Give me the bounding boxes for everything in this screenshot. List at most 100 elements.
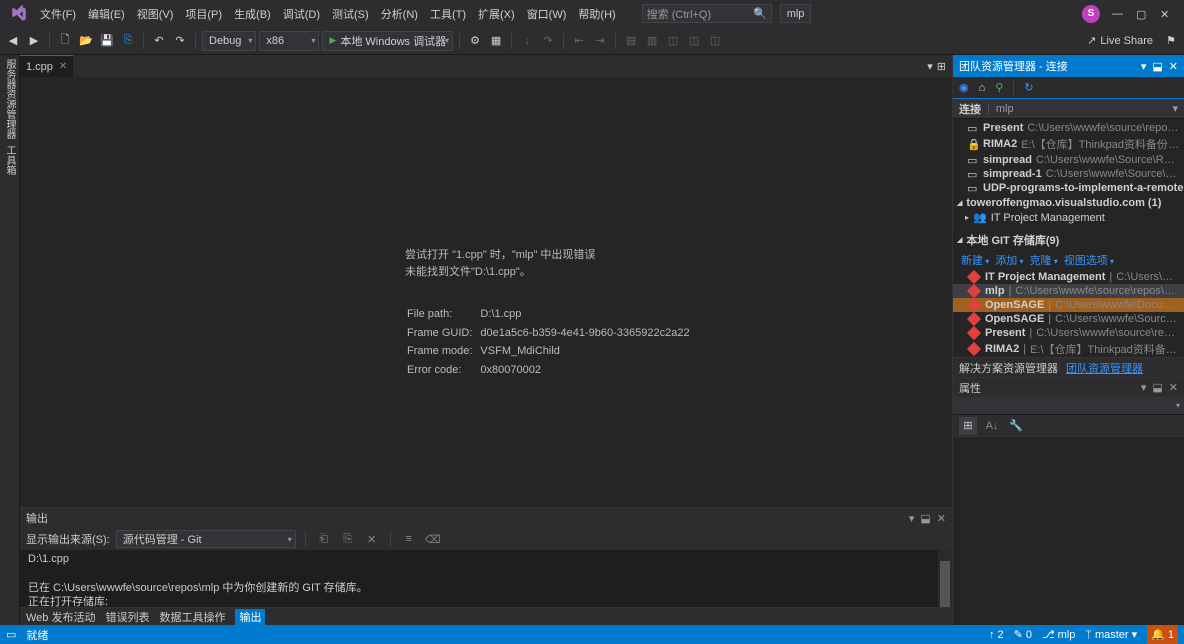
toolbar-icon[interactable]: ⚙ [466,32,484,50]
menu-item[interactable]: 工具(T) [424,2,472,26]
panel-pin-icon[interactable]: ⬓ [1152,381,1162,394]
local-git-group[interactable]: 本地 GIT 存储库(9) [953,230,1184,250]
toolbar-icon[interactable]: ▦ [487,32,505,50]
output-icon[interactable]: ⎘ [339,530,357,548]
recent-repo[interactable]: ▭Present C:\Users\wwwfe\source\repos\Pre… [953,121,1184,135]
local-repo[interactable]: OpenSAGE | C:\Users\wwwfe\Source\Repos\O… [953,312,1184,326]
tab-close-icon[interactable]: ✕ [59,61,67,72]
comment-icon[interactable]: ▤ [622,32,640,50]
panel-pin-icon[interactable]: ⬓ [920,512,930,525]
indent-icon[interactable]: ⇥ [591,32,609,50]
props-dropdown[interactable]: ▾ [953,397,1184,415]
live-share-button[interactable]: Live Share [1087,34,1159,47]
bookmark-icon[interactable]: ◫ [685,32,703,50]
te-home-icon[interactable]: ⌂ [979,82,986,94]
menu-item[interactable]: 编辑(E) [82,2,131,26]
redo-icon[interactable]: ↷ [171,32,189,50]
panel-close-icon[interactable]: ✕ [937,512,946,525]
recent-repo[interactable]: 🔒RIMA2 E:\【仓库】Thinkpad资料备份\计算机科学… [953,135,1184,153]
platform-dropdown[interactable]: x86 [259,31,319,51]
local-repo[interactable]: IT Project Management | C:\Users\wwwfe\S… [953,270,1184,284]
menu-item[interactable]: 项目(P) [179,2,228,26]
output-wrap-icon[interactable]: ≡ [400,530,418,548]
te-refresh-icon[interactable]: ↻ [1024,81,1033,94]
recent-repo[interactable]: ▭UDP-programs-to-implement-a-remote-logi… [953,181,1184,195]
config-dropdown[interactable]: Debug [202,31,256,51]
menu-item[interactable]: 生成(B) [228,2,277,26]
output-clear-icon[interactable]: ⌫ [424,530,442,548]
solution-dropdown-icon[interactable]: ⊞ [937,60,946,73]
te-plug-icon[interactable]: ⚲ [995,81,1003,94]
panel-close-icon[interactable]: ✕ [1169,381,1178,394]
local-repo[interactable]: mlp | C:\Users\wwwfe\source\repos\mlp [953,284,1184,298]
status-branch[interactable]: ᛘ master▾ [1085,628,1137,641]
te-search-input[interactable] [996,103,1167,115]
bookmark-icon[interactable]: ◫ [664,32,682,50]
panel-dropdown-icon[interactable]: ▾ [1141,60,1147,73]
te-tab[interactable]: 解决方案资源管理器 [959,360,1058,376]
menu-item[interactable]: 调试(D) [277,2,326,26]
panel-dropdown-icon[interactable]: ▾ [1141,381,1147,394]
output-tab[interactable]: 输出 [235,609,265,625]
output-source-dropdown[interactable]: 源代码管理 - Git [116,530,296,548]
panel-close-icon[interactable]: ✕ [1169,60,1178,73]
quick-search[interactable]: 搜索 (Ctrl+Q) 🔍 [642,4,772,23]
new-project-icon[interactable]: 🗋 [56,32,74,50]
local-repo[interactable]: RIMA2 | E:\【仓库】Thinkpad资料备份\计算机科学… [953,340,1184,357]
te-link[interactable]: 视图选项 [1064,252,1114,268]
categorize-icon[interactable]: ⊞ [959,417,977,435]
output-text[interactable]: D:\1.cpp 已在 C:\Users\wwwfe\source\repos\… [20,550,952,607]
scrollbar[interactable] [938,550,952,607]
nav-back-icon[interactable]: ◀ [4,32,22,50]
step-over-icon[interactable]: ↷ [539,32,557,50]
uncomment-icon[interactable]: ▥ [643,32,661,50]
wrench-icon[interactable]: 🔧 [1007,417,1025,435]
bookmark-icon[interactable]: ◫ [706,32,724,50]
output-tab[interactable]: Web 发布活动 [26,609,95,625]
step-into-icon[interactable]: ↓ [518,32,536,50]
output-icon[interactable]: ✕ [363,530,381,548]
side-tab[interactable]: 工具箱 [0,143,19,177]
minimize-button[interactable]: — [1112,8,1124,20]
te-tab[interactable]: 团队资源管理器 [1066,360,1143,376]
nav-fwd-icon[interactable]: ▶ [25,32,43,50]
menu-item[interactable]: 窗口(W) [521,2,573,26]
output-icon[interactable]: ⎗ [315,530,333,548]
output-tab[interactable]: 数据工具操作 [159,609,225,625]
te-link[interactable]: 新建 [961,252,989,268]
undo-icon[interactable]: ↶ [150,32,168,50]
close-button[interactable]: ✕ [1160,8,1172,20]
status-notification[interactable]: 🔔 1 [1147,625,1178,644]
te-link[interactable]: 添加 [995,252,1023,268]
alpha-icon[interactable]: A↓ [983,417,1001,435]
output-tab[interactable]: 错误列表 [105,609,149,625]
dropdown-icon[interactable]: ▾ [1172,102,1178,115]
open-icon[interactable]: 📂 [77,32,95,50]
indent-icon[interactable]: ⇤ [570,32,588,50]
cloud-project[interactable]: 👥IT Project Management [953,211,1184,224]
start-debug-button[interactable]: 本地 Windows 调试器 [322,31,453,51]
side-tab[interactable]: 服务器资源管理器 [0,57,19,141]
recent-repo[interactable]: ▭simpread-1 C:\Users\wwwfe\Source\Repos\… [953,167,1184,181]
menu-item[interactable]: 分析(N) [375,2,424,26]
status-changes[interactable]: ✎0 [1014,628,1032,641]
status-repo[interactable]: ⎇ mlp [1042,628,1075,641]
save-icon[interactable]: 💾 [98,32,116,50]
menu-item[interactable]: 帮助(H) [572,2,621,26]
menu-item[interactable]: 文件(F) [34,2,82,26]
te-link[interactable]: 克隆 [1030,252,1058,268]
preview-icon[interactable]: ▾ [927,60,933,73]
menu-item[interactable]: 扩展(X) [472,2,521,26]
solution-name[interactable]: mlp [780,4,812,23]
panel-dropdown-icon[interactable]: ▾ [909,512,915,525]
menu-item[interactable]: 测试(S) [326,2,375,26]
te-back-icon[interactable]: ◉ [959,81,969,94]
status-publish[interactable]: ↑2 [989,629,1004,641]
recent-repo[interactable]: ▭simpread C:\Users\wwwfe\Source\Repos\si… [953,153,1184,167]
menu-item[interactable]: 视图(V) [131,2,180,26]
user-avatar[interactable]: S [1082,5,1100,23]
save-all-icon[interactable]: ⎘ [119,32,137,50]
cloud-group[interactable]: toweroffengmao.visualstudio.com (1) [953,195,1184,211]
local-repo[interactable]: Present | C:\Users\wwwfe\source\repos\Pr… [953,326,1184,340]
feedback-icon[interactable]: ⚑ [1162,32,1180,50]
